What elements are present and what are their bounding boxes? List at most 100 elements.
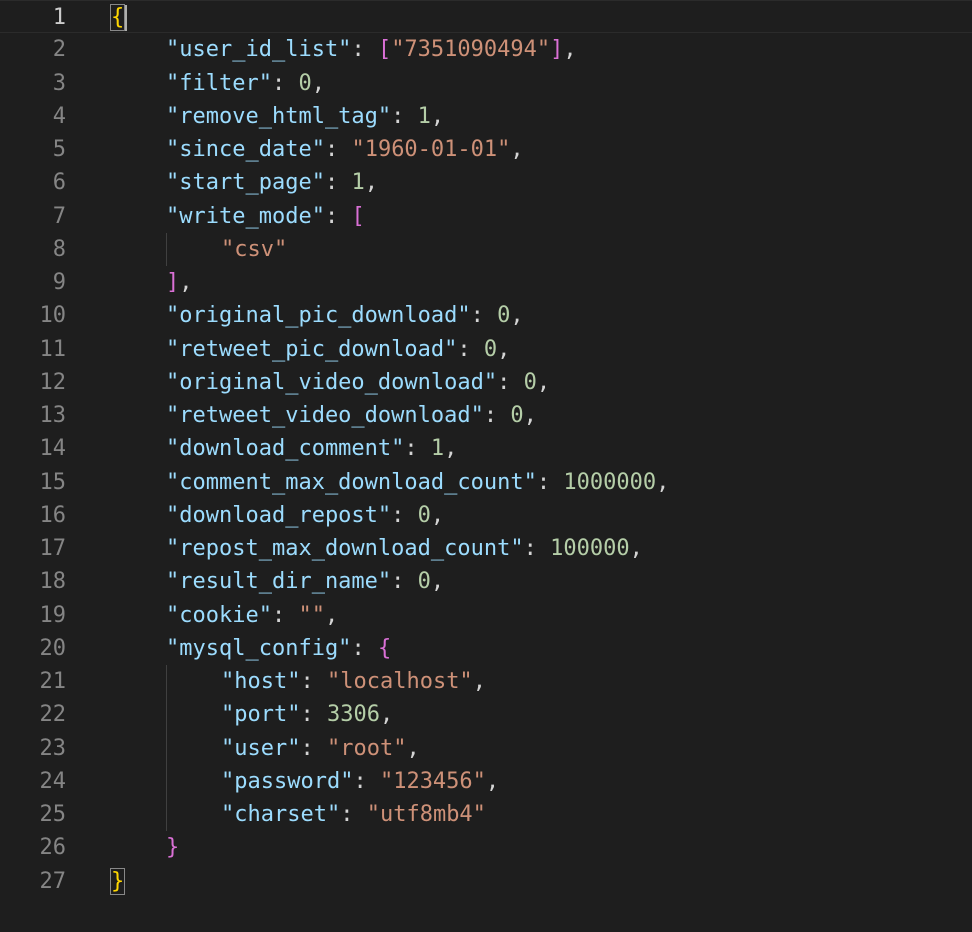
code-token: "localhost" xyxy=(326,669,473,694)
line-content: "csv" xyxy=(221,233,287,266)
code-token: 1000000 xyxy=(563,469,657,495)
code-line[interactable]: 20 "mysql_config": { xyxy=(0,632,972,665)
line-number: 26 xyxy=(39,835,67,861)
code-line[interactable]: 8 "csv" xyxy=(0,233,972,266)
code-token: "repost_max_download_count" xyxy=(166,536,524,561)
code-token: "123456" xyxy=(379,768,486,794)
code-token: "" xyxy=(298,602,325,628)
line-number: 24 xyxy=(39,768,67,794)
code-token: "result_dir_name" xyxy=(166,569,392,595)
line-number: 12 xyxy=(39,369,67,395)
line-content: "user_id_list": ["7351090494"], xyxy=(166,33,577,66)
code-token: , xyxy=(430,569,445,595)
code-token: "host" xyxy=(221,669,301,694)
code-line[interactable]: 14 "download_comment": 1, xyxy=(0,432,972,465)
code-token: , xyxy=(629,536,643,561)
code-token: "comment_max_download_count" xyxy=(166,469,537,495)
code-token: : xyxy=(536,469,564,495)
code-line[interactable]: 6 "start_page": 1, xyxy=(0,166,972,199)
line-content: "result_dir_name": 0, xyxy=(166,565,444,598)
line-content: "filter": 0, xyxy=(166,67,325,100)
code-token: } xyxy=(166,835,180,861)
code-token: : xyxy=(391,569,418,595)
code-line[interactable]: 2 "user_id_list": ["7351090494"], xyxy=(0,33,972,66)
line-content: "original_video_download": 0, xyxy=(166,366,550,399)
code-line[interactable]: 17 "repost_max_download_count": 100000, xyxy=(0,532,972,565)
line-number: 14 xyxy=(39,436,67,462)
code-line[interactable]: 5 "since_date": "1960-01-01", xyxy=(0,133,972,166)
code-token: "write_mode" xyxy=(166,203,325,229)
code-token: , xyxy=(510,303,524,329)
line-number: 3 xyxy=(52,70,66,96)
code-line[interactable]: 10 "original_pic_download": 0, xyxy=(0,299,972,332)
line-number: 22 xyxy=(39,702,67,728)
line-number: 1 xyxy=(52,5,66,30)
code-token: , xyxy=(444,436,458,462)
line-content: "mysql_config": { xyxy=(166,632,391,665)
code-token: : xyxy=(351,635,378,661)
code-line[interactable]: 11 "retweet_pic_download": 0, xyxy=(0,333,972,366)
code-line[interactable]: 26} xyxy=(0,831,972,864)
code-token: , xyxy=(485,768,500,794)
line-content: "remove_html_tag": 1, xyxy=(166,100,444,133)
code-token: { xyxy=(377,635,392,661)
code-token: : xyxy=(351,37,378,63)
code-token: 1 xyxy=(430,436,445,462)
code-token: "mysql_config" xyxy=(166,635,352,661)
code-token: 1 xyxy=(351,170,365,196)
code-token: 1 xyxy=(417,103,431,129)
code-line[interactable]: 27} xyxy=(0,865,972,898)
code-line[interactable]: 21 "host": "localhost", xyxy=(0,665,972,698)
code-token: [ xyxy=(377,37,392,63)
line-number: 23 xyxy=(39,735,67,761)
code-line[interactable]: 16 "download_repost": 0, xyxy=(0,499,972,532)
line-content: "user": "root", xyxy=(221,732,420,765)
line-number: 20 xyxy=(39,635,67,661)
line-content: "original_pic_download": 0, xyxy=(166,299,524,332)
code-token: : xyxy=(483,403,511,428)
code-token: , xyxy=(523,403,537,428)
code-token: "retweet_pic_download" xyxy=(166,336,458,362)
line-content: "repost_max_download_count": 100000, xyxy=(166,532,643,565)
code-line[interactable]: 7 "write_mode": [ xyxy=(0,200,972,233)
code-token: , xyxy=(379,702,394,728)
code-line[interactable]: 4 "remove_html_tag": 1, xyxy=(0,100,972,133)
code-line[interactable]: 13 "retweet_video_download": 0, xyxy=(0,399,972,432)
code-token: , xyxy=(311,70,325,96)
code-token: : xyxy=(391,502,418,528)
code-token: : xyxy=(324,203,352,229)
code-line[interactable]: 3 "filter": 0, xyxy=(0,67,972,100)
code-line[interactable]: 22 "port": 3306, xyxy=(0,698,972,731)
code-token: , xyxy=(510,137,524,162)
code-line[interactable]: 25 "charset": "utf8mb4" xyxy=(0,798,972,831)
code-token: 0 xyxy=(417,569,431,595)
line-content: "port": 3306, xyxy=(221,698,393,731)
code-token: "download_comment" xyxy=(166,436,405,462)
code-line[interactable]: 15 "comment_max_download_count": 1000000, xyxy=(0,466,972,499)
code-line[interactable]: 19 "cookie": "", xyxy=(0,599,972,632)
code-token: "original_video_download" xyxy=(166,369,498,395)
code-token: "utf8mb4" xyxy=(366,802,486,827)
code-line[interactable]: 23 "user": "root", xyxy=(0,732,972,765)
code-line[interactable]: 18 "result_dir_name": 0, xyxy=(0,565,972,598)
code-token: : xyxy=(457,336,484,362)
code-token: "since_date" xyxy=(166,137,325,162)
code-token: , xyxy=(656,469,670,495)
code-token: "download_repost" xyxy=(166,502,392,528)
line-content: "retweet_pic_download": 0, xyxy=(166,333,510,366)
code-token: 100000 xyxy=(550,536,630,561)
code-token: "cookie" xyxy=(166,602,272,628)
code-token: { xyxy=(109,4,126,31)
code-token: "csv" xyxy=(221,236,288,262)
code-token: : xyxy=(324,137,352,162)
code-token: 0 xyxy=(417,502,431,528)
code-token: "remove_html_tag" xyxy=(166,103,392,129)
code-line[interactable]: 1{ xyxy=(0,0,972,34)
code-line[interactable]: 24 "password": "123456", xyxy=(0,765,972,798)
code-editor[interactable]: 1{2 "user_id_list": ["7351090494"], 3 "filt… xyxy=(0,0,972,932)
code-token: , xyxy=(430,502,445,528)
code-line[interactable]: 9], xyxy=(0,266,972,299)
code-line[interactable]: 12 "original_video_download": 0, xyxy=(0,366,972,399)
text-cursor xyxy=(125,5,128,31)
line-number: 10 xyxy=(39,303,67,329)
